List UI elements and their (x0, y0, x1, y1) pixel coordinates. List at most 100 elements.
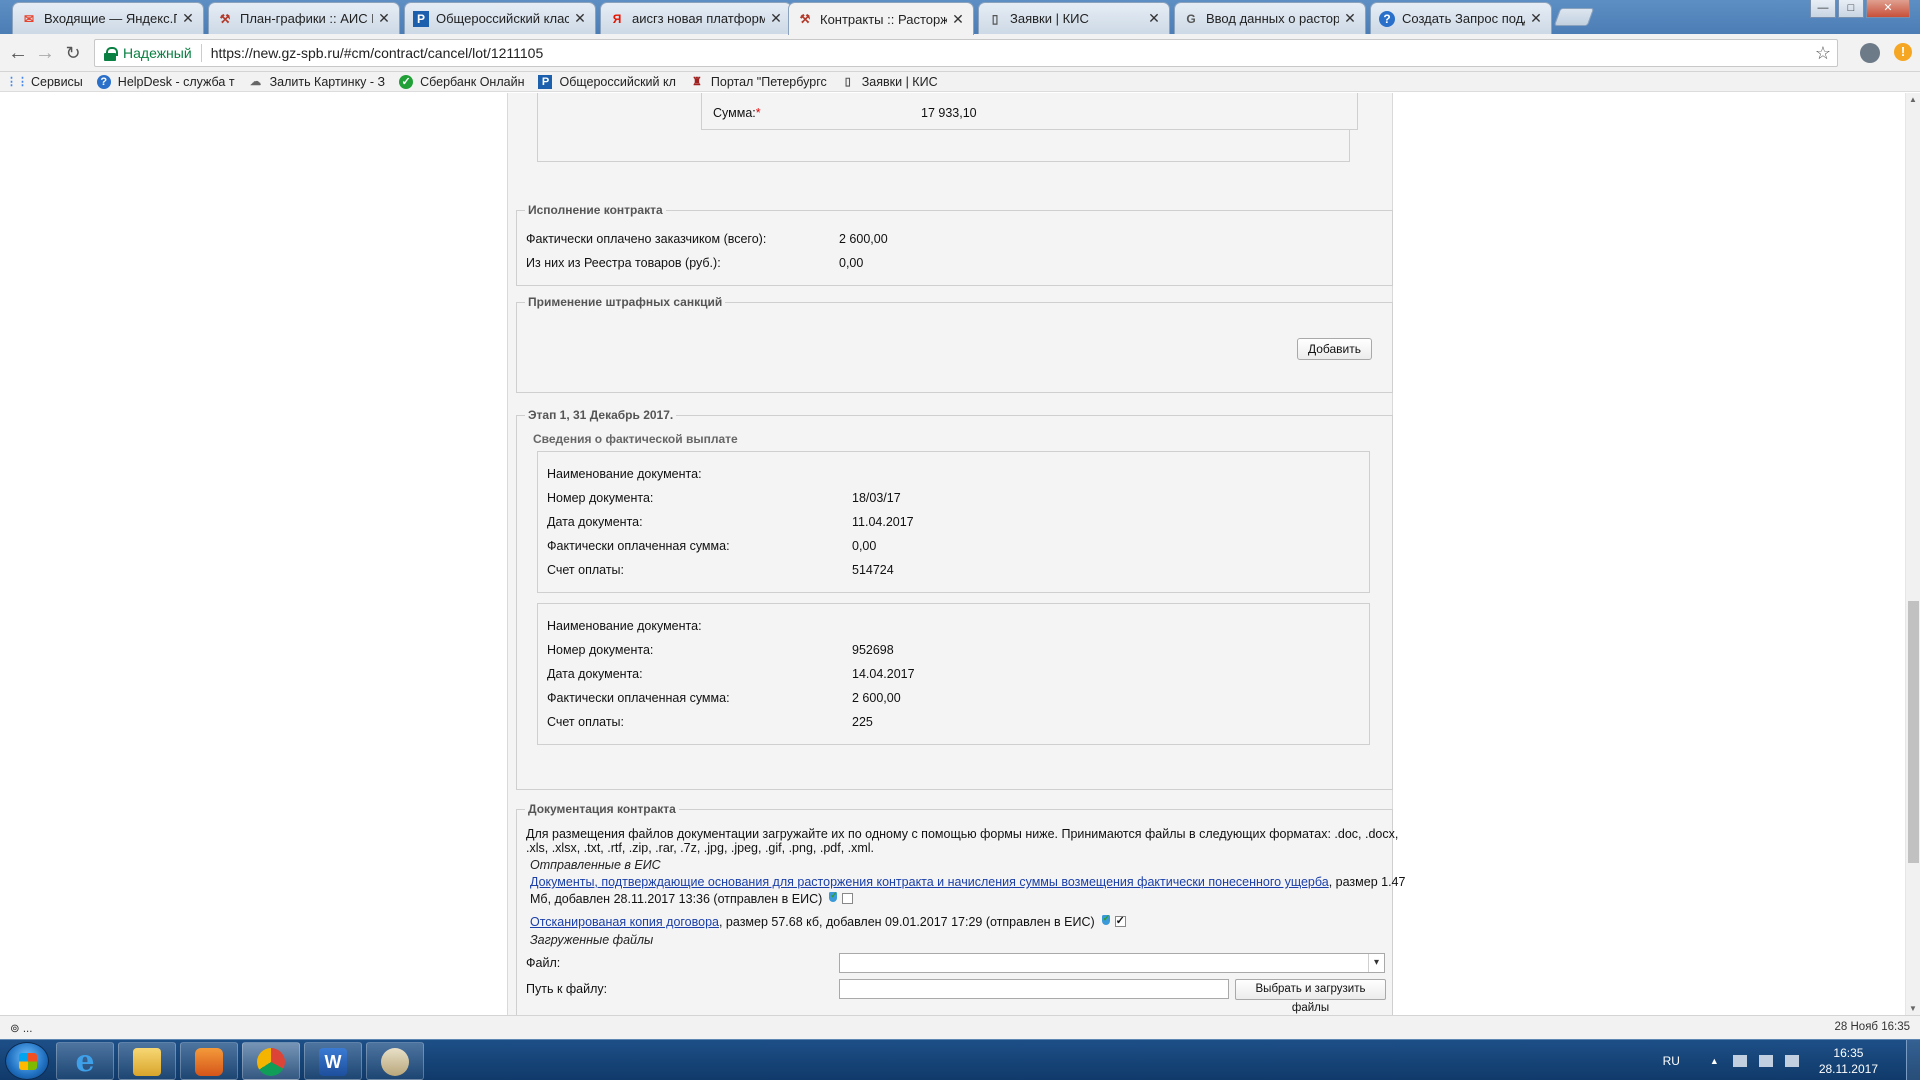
doc-date-value: 11.04.2017 (852, 515, 914, 529)
close-tab-icon[interactable]: ✕ (1147, 10, 1161, 27)
doc-name-label: Наименование документа: (547, 467, 702, 481)
action-center-flag-icon[interactable] (1732, 1054, 1747, 1067)
show-desktop-button[interactable] (1906, 1040, 1920, 1080)
internet-explorer-icon[interactable]: e (56, 1042, 114, 1080)
new-tab-button[interactable] (1553, 8, 1595, 26)
tab-plan-graphs[interactable]: ⚒ План-графики :: АИС ГЗ ✕ (208, 2, 400, 34)
file-checkbox[interactable] (842, 893, 854, 904)
volume-muted-icon[interactable] (1784, 1054, 1799, 1067)
close-window-icon[interactable]: ✕ (1866, 0, 1910, 18)
close-tab-icon[interactable]: ✕ (769, 10, 783, 27)
eis-signed-icon (1101, 913, 1112, 927)
payment-record-2: Наименование документа: Номер документа:… (537, 603, 1370, 745)
clock[interactable]: 16:35 28.11.2017 (1819, 1045, 1878, 1077)
close-tab-icon[interactable]: ✕ (951, 11, 965, 28)
bookmarks-bar: ⋮⋮ Сервисы ? HelpDesk - служба т ☁ Залит… (0, 72, 1920, 92)
bookmark-sberbank[interactable]: ✓ Сбербанк Онлайн (399, 74, 525, 89)
tab-termination-input[interactable]: G Ввод данных о расторж ✕ (1174, 2, 1366, 34)
media-player-icon[interactable] (180, 1042, 238, 1080)
doc-number-label: Номер документа: (547, 643, 654, 657)
document-icon: ▯ (844, 76, 851, 88)
url-text[interactable]: https://new.gz-spb.ru/#cm/contract/cance… (211, 45, 544, 61)
contract-execution-section: Исполнение контракта Фактически оплачено… (516, 203, 1393, 286)
paint-icon[interactable] (366, 1042, 424, 1080)
chrome-icon[interactable] (242, 1042, 300, 1080)
bookmark-kis[interactable]: ▯ Заявки | КИС (841, 75, 938, 89)
bookmark-portal[interactable]: ♜ Портал "Петербургс (690, 75, 827, 89)
tab-yandex-mail[interactable]: ✉ Входящие — Яндекс.По ✕ (12, 2, 204, 34)
sent-file-1-meta: Мб, добавлен 28.11.2017 13:36 (отправлен… (530, 890, 854, 906)
image-upload-icon: ☁ (250, 76, 262, 88)
reload-icon[interactable]: ↻ (60, 40, 86, 66)
minimize-icon[interactable]: — (1810, 0, 1836, 18)
scroll-thumb[interactable] (1908, 601, 1919, 863)
payment-record-1: Наименование документа: Номер документа:… (537, 451, 1370, 593)
network-icon[interactable] (1758, 1054, 1773, 1067)
choose-upload-button[interactable]: Выбрать и загрузить файлы (1235, 979, 1386, 1014)
contract-info-section: Сумма:* 17 933,10 (537, 93, 1358, 162)
bookmark-okpd[interactable]: P Общероссийский кл (538, 74, 676, 89)
file-link[interactable]: Отсканированая копия договора (530, 915, 719, 929)
close-tab-icon[interactable]: ✕ (1343, 10, 1357, 27)
tab-contracts-active[interactable]: ⚒ Контракты :: Расторжен ✕ (788, 2, 974, 35)
browser-tab-strip: ✉ Входящие — Яндекс.По ✕ ⚒ План-графики … (0, 0, 1920, 35)
tab-title: Ввод данных о расторж (1206, 11, 1339, 26)
hammer-icon: ⚒ (219, 11, 231, 26)
tab-support-request[interactable]: ? Создать Запрос поддер ✕ (1370, 2, 1552, 34)
bookmark-label: Сбербанк Онлайн (420, 74, 525, 89)
tray-expand-icon[interactable]: ▲ (1710, 1056, 1719, 1066)
address-toolbar: ← → ↻ Надежный https://new.gz-spb.ru/#cm… (0, 34, 1920, 72)
language-indicator[interactable]: RU (1663, 1054, 1680, 1068)
file-link[interactable]: Документы, подтверждающие основания для … (530, 875, 1329, 889)
bookmark-star-icon[interactable]: ☆ (1815, 43, 1831, 64)
portal-icon: ♜ (691, 76, 702, 88)
file-checkbox[interactable] (1114, 914, 1126, 927)
window-controls: — □ ✕ (1808, 0, 1910, 18)
address-bar[interactable]: Надежный https://new.gz-spb.ru/#cm/contr… (94, 39, 1838, 67)
file-path-label: Путь к файлу: (526, 982, 608, 996)
contract-docs-section: Документация контракта Для размещения фа… (516, 802, 1405, 1015)
doc-date-label: Дата документа: (547, 667, 643, 681)
file-explorer-icon[interactable] (118, 1042, 176, 1080)
forward-arrow-icon[interactable]: → (32, 40, 58, 66)
close-tab-icon[interactable]: ✕ (181, 10, 195, 27)
scroll-up-icon[interactable]: ▲ (1909, 95, 1917, 104)
page-viewport: Сумма:* 17 933,10 Исполнение контракта Ф… (0, 93, 1905, 1015)
sum-label: Сумма:* (713, 106, 761, 120)
add-penalty-button[interactable]: Добавить (1297, 338, 1372, 360)
browser-status-bar: ⊚ ... 28 Нояб 16:35 (0, 1015, 1920, 1039)
file-select[interactable]: ▾ (839, 953, 1385, 973)
paid-total-label: Фактически оплачено заказчиком (всего): (526, 232, 767, 246)
windows-taskbar: e W RU ▲ 16:35 28.11.2017 (0, 1039, 1920, 1080)
page-scrollbar[interactable]: ▲ ▼ (1905, 93, 1920, 1015)
helpdesk-icon: ? (1379, 10, 1395, 27)
required-mark: * (755, 106, 761, 120)
divider (200, 44, 202, 62)
scroll-down-icon[interactable]: ▼ (1909, 1004, 1917, 1013)
extension-icon[interactable] (1860, 43, 1880, 63)
tab-kis-requests[interactable]: ▯ Заявки | КИС ✕ (978, 2, 1170, 34)
close-tab-icon[interactable]: ✕ (573, 10, 587, 27)
tab-title: Входящие — Яндекс.По (44, 11, 177, 26)
paid-amount-label: Фактически оплаченная сумма: (547, 539, 730, 553)
close-tab-icon[interactable]: ✕ (377, 10, 391, 27)
bookmark-services[interactable]: ⋮⋮ Сервисы (6, 75, 83, 89)
doc-number-value: 18/03/17 (852, 491, 901, 505)
bookmark-label: Залить Картинку - З (269, 74, 386, 89)
back-arrow-icon[interactable]: ← (5, 40, 31, 66)
start-button[interactable] (5, 1042, 49, 1080)
tab-okpd[interactable]: P Общероссийский класс ✕ (404, 2, 596, 34)
tab-yandex-search[interactable]: Я аисгз новая платформа ✕ (600, 2, 792, 34)
lock-icon (104, 46, 118, 61)
extension-alert-icon[interactable]: ! (1894, 43, 1912, 61)
doc-number-value: 952698 (852, 643, 894, 657)
word-icon[interactable]: W (304, 1042, 362, 1080)
section-title: Исполнение контракта (525, 203, 666, 217)
eis-signed-icon (828, 890, 839, 904)
bookmark-helpdesk[interactable]: ? HelpDesk - служба т (96, 74, 235, 89)
sent-to-eis-heading: Отправленные в ЕИС (530, 858, 661, 872)
bookmark-image-upload[interactable]: ☁ Залить Картинку - З (249, 74, 386, 89)
close-tab-icon[interactable]: ✕ (1529, 10, 1543, 27)
file-path-input[interactable] (839, 979, 1229, 999)
maximize-icon[interactable]: □ (1838, 0, 1864, 18)
